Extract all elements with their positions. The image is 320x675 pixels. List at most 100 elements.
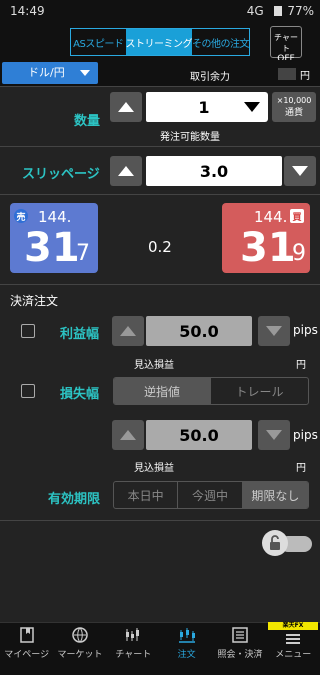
expiry-segmented: 本日中 今週中 期限なし xyxy=(113,481,309,509)
divider xyxy=(0,194,320,195)
available-quantity-label: 発注可能数量 xyxy=(160,132,220,143)
quantity-unit-button[interactable]: ×10,000 通貨 xyxy=(272,92,316,122)
stop-loss-up-button[interactable] xyxy=(112,420,144,450)
nav-label: チャート xyxy=(115,650,152,660)
arrow-down-icon xyxy=(292,166,308,176)
margin-unit: 円 xyxy=(300,71,310,82)
status-time: 14:49 xyxy=(10,4,45,18)
take-profit-up-button[interactable] xyxy=(112,316,144,346)
take-profit-estimate-label: 見込損益 xyxy=(134,360,174,371)
expiry-option-none[interactable]: 期限なし xyxy=(242,482,308,508)
arrow-up-icon xyxy=(120,326,136,336)
take-profit-down-button[interactable] xyxy=(258,316,290,346)
buy-price-big: 31 xyxy=(240,225,296,271)
nav-label: メニュー xyxy=(275,650,312,660)
mypage-icon xyxy=(19,627,34,643)
buy-price-prefix: 144. xyxy=(254,208,288,226)
margin-label: 取引余力 xyxy=(190,72,230,83)
stop-loss-checkbox[interactable] xyxy=(21,384,35,398)
take-profit-label: 利益幅 xyxy=(60,327,100,342)
stop-loss-estimate-unit: 円 xyxy=(296,463,306,474)
nav-item-order[interactable]: 注文 xyxy=(160,623,213,675)
take-profit-unit: pips xyxy=(293,323,318,337)
nav-label: 照会・決済 xyxy=(217,650,263,660)
sell-price-small: 7 xyxy=(76,241,90,266)
arrow-up-icon xyxy=(118,102,134,112)
sell-price-prefix: 144. xyxy=(38,208,72,226)
unlock-icon xyxy=(262,530,288,556)
settlement-title: 決済注文 xyxy=(10,294,59,308)
quantity-unit-line2: 通貨 xyxy=(284,108,303,118)
quantity-down-button[interactable] xyxy=(236,92,268,122)
tab-as-speed[interactable]: ASスピード xyxy=(71,29,126,55)
nav-item-mypage[interactable]: マイページ xyxy=(0,623,53,675)
arrow-up-icon xyxy=(118,166,134,176)
expiry-option-today[interactable]: 本日中 xyxy=(114,482,179,508)
slippage-down-button[interactable] xyxy=(284,156,316,186)
sell-price-big: 31 xyxy=(24,225,80,271)
stop-loss-mode-stop[interactable]: 逆指値 xyxy=(114,378,211,404)
expiry-label: 有効期限 xyxy=(48,492,101,507)
quantity-unit-line1: ×10,000 xyxy=(276,96,312,105)
network-indicator: 4G xyxy=(246,4,264,18)
arrow-up-icon xyxy=(120,430,136,440)
battery-icon xyxy=(273,6,282,16)
market-icon xyxy=(72,627,88,643)
battery-level: 77% xyxy=(287,4,314,18)
currency-pair-select[interactable]: ドル/円 xyxy=(2,62,98,84)
order-icon xyxy=(178,628,195,643)
chart-icon xyxy=(126,628,140,641)
status-indicators: 4G 77% xyxy=(247,4,314,18)
nav-item-market[interactable]: マーケット xyxy=(53,623,106,675)
status-bar: 14:49 4G 77% xyxy=(0,0,320,22)
take-profit-checkbox[interactable] xyxy=(21,324,35,338)
stop-loss-down-button[interactable] xyxy=(258,420,290,450)
slippage-label: スリッページ xyxy=(22,167,100,182)
divider xyxy=(0,146,320,147)
arrow-down-icon xyxy=(244,102,260,112)
slippage-input[interactable]: 3.0 xyxy=(146,156,282,186)
chart-toggle-button[interactable]: チャート OFF xyxy=(270,26,302,64)
chevron-down-icon xyxy=(80,70,90,76)
buy-tag: 買 xyxy=(290,209,304,223)
buy-price-button[interactable]: 144. 買 31 9 xyxy=(222,203,310,273)
stop-loss-mode-segmented: 逆指値 トレール xyxy=(113,377,309,405)
slippage-up-button[interactable] xyxy=(110,156,142,186)
margin-value xyxy=(278,68,296,80)
rakuten-fx-badge: 楽天FX xyxy=(267,622,318,630)
nav-label: マイページ xyxy=(4,650,50,660)
lock-toggle[interactable] xyxy=(262,530,312,556)
arrow-down-icon xyxy=(266,326,282,336)
stop-loss-estimate-label: 見込損益 xyxy=(134,463,174,474)
stop-loss-input[interactable]: 50.0 xyxy=(146,420,252,450)
arrow-down-icon xyxy=(266,430,282,440)
stop-loss-unit: pips xyxy=(293,428,318,442)
nav-label: 注文 xyxy=(177,650,196,660)
expiry-option-week[interactable]: 今週中 xyxy=(178,482,243,508)
quantity-label: 数量 xyxy=(74,114,101,129)
divider xyxy=(0,520,320,521)
pair-bar: ドル/円 取引余力 円 xyxy=(0,60,320,87)
inquiry-icon xyxy=(232,627,248,643)
bottom-nav: マイページ マーケット チャート 注文 照会・決済 楽天FX メニュー xyxy=(0,622,320,675)
stop-loss-label: 損失幅 xyxy=(60,387,100,402)
tab-streaming[interactable]: ストリーミング xyxy=(125,29,192,55)
chart-toggle-line1: チャート xyxy=(274,33,298,53)
header: ASスピード ストリーミング その他の注文 チャート OFF xyxy=(0,22,320,64)
nav-item-chart[interactable]: チャート xyxy=(107,623,160,675)
take-profit-estimate-unit: 円 xyxy=(296,360,306,371)
nav-item-inquiry[interactable]: 照会・決済 xyxy=(213,623,266,675)
quantity-up-button[interactable] xyxy=(110,92,142,122)
nav-label: マーケット xyxy=(57,650,103,660)
divider xyxy=(0,284,320,285)
buy-price-small: 9 xyxy=(292,241,306,266)
currency-pair-label: ドル/円 xyxy=(28,66,65,79)
take-profit-input[interactable]: 50.0 xyxy=(146,316,252,346)
spread-value: 0.2 xyxy=(148,238,172,256)
tab-other-orders[interactable]: その他の注文 xyxy=(192,29,250,55)
nav-item-menu[interactable]: 楽天FX メニュー xyxy=(267,622,320,675)
stop-loss-mode-trail[interactable]: トレール xyxy=(211,378,308,404)
order-type-tabs: ASスピード ストリーミング その他の注文 xyxy=(70,28,250,56)
sell-tag: 売 xyxy=(14,209,28,223)
sell-price-button[interactable]: 売 144. 31 7 xyxy=(10,203,98,273)
